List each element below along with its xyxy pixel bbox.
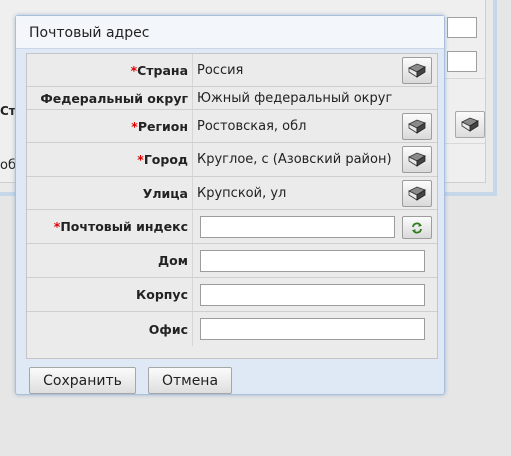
country-value: Россия xyxy=(197,62,244,78)
column-divider xyxy=(192,244,193,277)
row-house: Дом xyxy=(27,244,437,278)
city-lookup-button[interactable] xyxy=(402,146,432,173)
row-street: Улица Крупской, ул xyxy=(27,177,437,210)
column-divider xyxy=(192,110,193,142)
street-value: Крупской, ул xyxy=(197,185,287,201)
postal-address-dialog: Почтовый адрес * Страна Россия Федеральны… xyxy=(15,15,445,395)
column-divider xyxy=(192,143,193,176)
background-input[interactable] xyxy=(447,51,477,72)
background-label-fragment: Ст xyxy=(0,104,16,118)
office-label: Офис xyxy=(148,321,188,337)
region-label: * Регион xyxy=(131,118,188,134)
book-icon xyxy=(408,152,426,167)
book-icon xyxy=(408,186,426,201)
row-postal-code: * Почтовый индекс xyxy=(27,210,437,244)
federal-district-label: Федеральный округ xyxy=(40,90,188,106)
column-divider xyxy=(192,210,193,243)
row-region: * Регион Ростовская, обл xyxy=(27,110,437,143)
region-lookup-button[interactable] xyxy=(402,113,432,140)
column-divider xyxy=(192,87,193,109)
book-icon xyxy=(408,63,426,78)
country-lookup-button[interactable] xyxy=(402,57,432,84)
city-value: Круглое, с (Азовский район) xyxy=(197,152,392,167)
postal-code-input[interactable] xyxy=(200,216,395,238)
building-label: Корпус xyxy=(136,287,188,302)
postal-code-refresh-button[interactable] xyxy=(402,216,432,239)
book-icon xyxy=(461,117,479,132)
column-divider xyxy=(192,54,193,86)
region-value: Ростовская, обл xyxy=(197,118,307,134)
row-office: Офис xyxy=(27,312,437,346)
background-divider xyxy=(440,78,485,79)
house-label: Дом xyxy=(158,253,188,268)
house-input[interactable] xyxy=(200,250,425,272)
refresh-icon xyxy=(412,222,422,233)
save-button[interactable]: Сохранить xyxy=(29,367,136,394)
background-divider xyxy=(440,143,485,144)
column-divider xyxy=(192,278,193,311)
row-federal-district: Федеральный округ Южный федеральный окру… xyxy=(27,87,437,110)
column-divider xyxy=(192,177,193,209)
column-divider xyxy=(192,312,193,346)
building-input[interactable] xyxy=(200,284,425,306)
address-form: * Страна Россия Федеральный округ Южный ф… xyxy=(26,53,438,359)
row-building: Корпус xyxy=(27,278,437,312)
background-input[interactable] xyxy=(447,17,477,38)
row-city: * Город Круглое, с (Азовский район) xyxy=(27,143,437,177)
book-icon xyxy=(408,119,426,134)
background-button-fragment[interactable]: об xyxy=(0,158,16,173)
background-lookup-button[interactable] xyxy=(455,111,485,138)
street-label: Улица xyxy=(142,185,188,201)
row-country: * Страна Россия xyxy=(27,54,437,87)
street-lookup-button[interactable] xyxy=(402,180,432,207)
country-label: * Страна xyxy=(130,62,188,78)
dialog-footer: Сохранить Отмена xyxy=(26,359,438,394)
office-input[interactable] xyxy=(200,318,425,340)
dialog-title: Почтовый адрес xyxy=(16,16,444,49)
cancel-button[interactable]: Отмена xyxy=(148,367,232,394)
postal-code-label: * Почтовый индекс xyxy=(53,219,188,234)
city-label: * Город xyxy=(137,152,188,167)
federal-district-value: Южный федеральный округ xyxy=(197,90,393,106)
